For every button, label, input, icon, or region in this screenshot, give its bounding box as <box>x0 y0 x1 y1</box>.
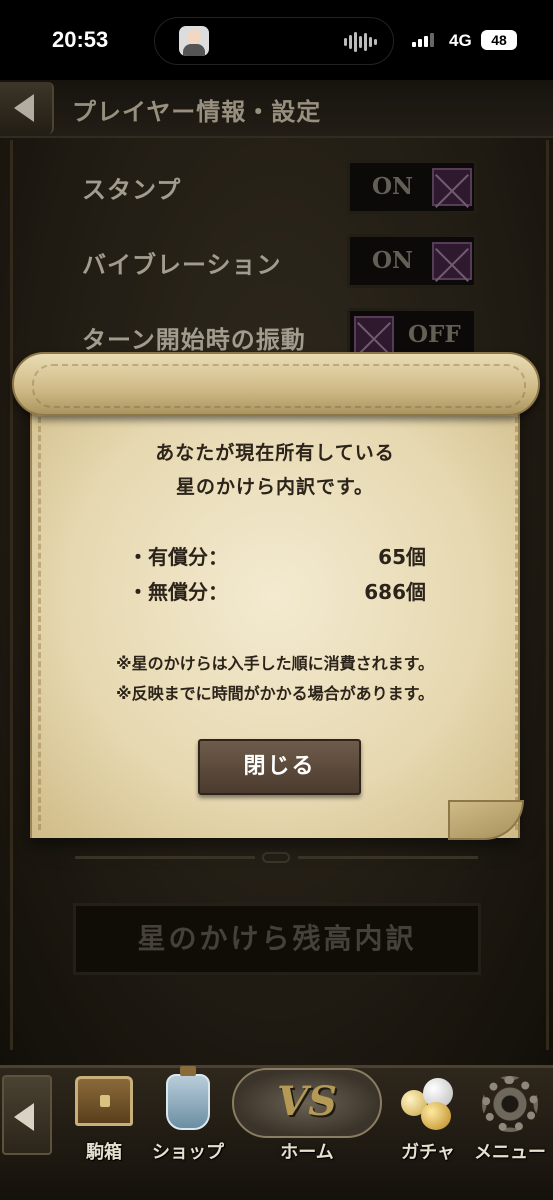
status-bar: 20:53 4G 48 <box>0 0 553 80</box>
free-value: 686個 <box>364 580 426 604</box>
cellular-signal-icon <box>412 33 434 47</box>
dialog-message-line1: あなたが現在所有している <box>155 442 395 464</box>
nav-label: メニュー <box>474 1142 546 1163</box>
free-label: ・無償分： <box>128 580 228 604</box>
dialog-note-reflection: ※反映までに時間がかかる場合があります。 <box>116 684 434 703</box>
close-button-label: 閉じる <box>243 754 316 779</box>
nav-item-menu[interactable]: メニュー <box>470 1072 550 1164</box>
nav-item-gacha[interactable]: ガチャ <box>386 1072 470 1164</box>
gacha-orbs-icon <box>399 1076 457 1130</box>
vs-icon: VS <box>232 1068 382 1138</box>
nav-label: ガチャ <box>401 1142 455 1163</box>
nav-label: ショップ <box>152 1142 224 1163</box>
dialog-message-line2: 星のかけら内訳です。 <box>175 476 375 498</box>
nav-label: 駒箱 <box>86 1142 122 1163</box>
vs-badge-text: VS <box>277 1078 337 1125</box>
status-time: 20:53 <box>52 27 109 52</box>
network-type: 4G <box>449 31 472 50</box>
dialog-note-consumption: ※星のかけらは入手した順に消費されます。 <box>116 654 434 673</box>
gear-icon <box>482 1076 538 1132</box>
paid-label: ・有償分： <box>128 545 228 569</box>
chevron-left-icon <box>14 1103 34 1131</box>
nav-back-button[interactable] <box>2 1075 52 1155</box>
dynamic-island[interactable] <box>154 17 394 65</box>
nav-item-komabako[interactable]: 駒箱 <box>62 1072 146 1164</box>
scroll-top-roll <box>12 352 540 416</box>
audio-waveform-icon <box>344 31 377 53</box>
shop-bottle-icon <box>166 1066 210 1130</box>
now-playing-avatar-icon <box>179 26 209 56</box>
battery-icon: 48 <box>481 30 517 50</box>
close-button[interactable]: 閉じる <box>198 739 361 795</box>
nav-item-home[interactable]: VS ホーム <box>232 1068 382 1164</box>
nav-item-shop[interactable]: ショップ <box>146 1066 230 1164</box>
nav-label: ホーム <box>280 1142 334 1163</box>
chest-icon <box>75 1076 133 1126</box>
paid-value: 65個 <box>378 545 426 569</box>
